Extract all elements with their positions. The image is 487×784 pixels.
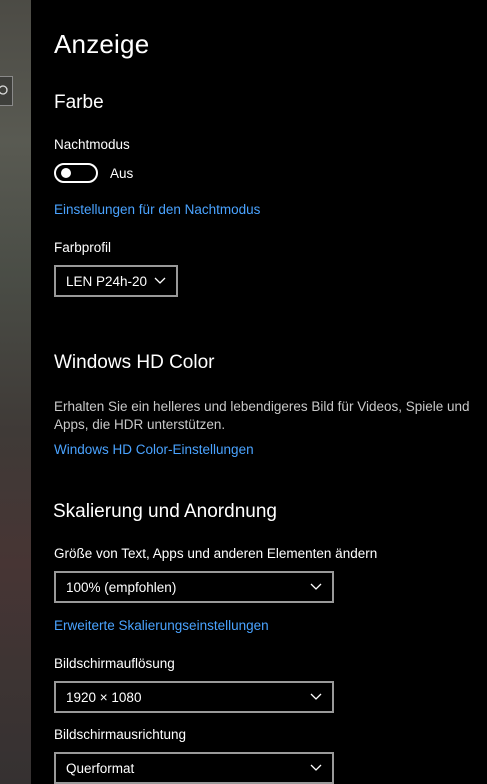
resolution-dropdown[interactable]: 1920 × 1080 — [54, 681, 334, 713]
section-title-hdr: Windows HD Color — [54, 352, 215, 373]
chevron-down-icon — [310, 764, 322, 771]
page-title: Anzeige — [54, 29, 150, 59]
section-title-scaling: Skalierung und Anordnung — [53, 501, 277, 522]
size-dropdown[interactable]: 100% (empfohlen) — [54, 571, 334, 603]
toggle-knob — [61, 168, 71, 178]
hdr-settings-link[interactable]: Windows HD Color-Einstellungen — [54, 442, 254, 457]
hdr-description: Erhalten Sie ein helleres und lebendiger… — [54, 399, 470, 432]
resolution-value: 1920 × 1080 — [66, 689, 142, 705]
orientation-label: Bildschirmausrichtung — [54, 727, 187, 742]
section-title-farbe: Farbe — [54, 92, 104, 113]
farbprofil-label: Farbprofil — [54, 240, 112, 255]
farbprofil-value: LEN P24h-20 — [66, 273, 148, 289]
nachtmodus-toggle-state: Aus — [110, 166, 134, 181]
chevron-down-icon — [154, 277, 166, 284]
nachtmodus-settings-link[interactable]: Einstellungen für den Nachtmodus — [54, 202, 260, 217]
size-label: Größe von Text, Apps und anderen Element… — [54, 546, 378, 561]
search-box[interactable] — [0, 76, 13, 106]
resolution-label: Bildschirmauflösung — [54, 656, 175, 671]
size-value: 100% (empfohlen) — [66, 579, 177, 595]
nachtmodus-toggle[interactable] — [54, 163, 98, 183]
chevron-down-icon — [310, 583, 322, 590]
settings-content: Anzeige Farbe Nachtmodus Aus Einstellung… — [31, 0, 487, 784]
advanced-scaling-link[interactable]: Erweiterte Skalierungseinstellungen — [54, 618, 269, 633]
chevron-down-icon — [310, 693, 322, 700]
farbprofil-dropdown[interactable]: LEN P24h-20 — [54, 265, 178, 297]
search-icon — [0, 85, 8, 95]
background-wallpaper-strip — [0, 0, 31, 784]
nachtmodus-label: Nachtmodus — [54, 137, 130, 152]
orientation-value: Querformat — [66, 760, 135, 776]
orientation-dropdown[interactable]: Querformat — [54, 752, 334, 784]
